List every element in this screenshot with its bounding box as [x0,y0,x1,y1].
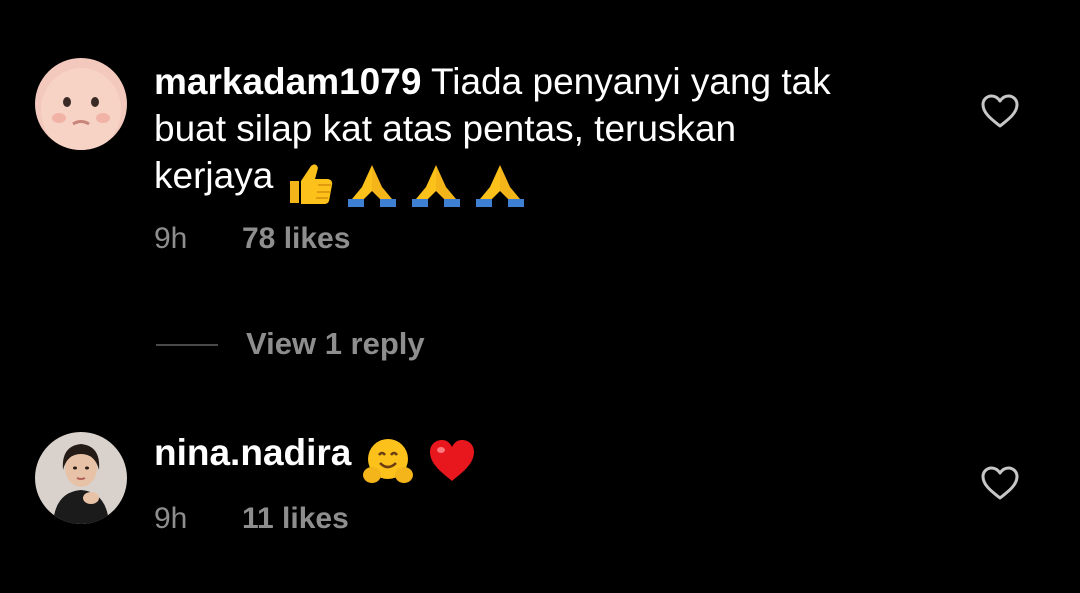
red-heart-emoji [429,440,474,482]
comment-text: markadam1079 Tiada penyanyi yang tak bua… [154,58,954,208]
comment-username[interactable]: markadam1079 [154,61,421,102]
like-button[interactable] [980,93,1020,129]
heart-outline-icon [981,94,1019,128]
avatar[interactable] [35,58,127,150]
comment-body-line1: Tiada penyanyi yang tak [421,61,831,102]
comment-body-line2: buat silap kat atas pentas, teruskan [154,108,737,149]
view-replies-link[interactable]: View 1 reply [246,326,425,362]
comment-meta: 9h 11 likes [154,502,349,536]
emoji-row [284,158,529,208]
avatar[interactable] [35,432,127,524]
comments-screen: markadam1079 Tiada penyanyi yang tak bua… [0,0,1080,593]
thumbs-up-emoji [289,164,332,205]
folded-hands-emoji [476,165,525,208]
emoji-row [362,435,480,485]
comment-username[interactable]: nina.nadira [154,432,351,473]
likes-count[interactable]: 11 likes [242,502,349,535]
comment-time: 9h [154,222,188,255]
comment-time: 9h [154,502,188,535]
hugging-face-emoji [362,439,413,484]
folded-hands-emoji [347,165,396,208]
comment-body-line3: kerjaya [154,155,284,196]
like-button[interactable] [980,465,1020,501]
heart-outline-icon [981,466,1019,500]
comment-text: nina.nadira [154,429,954,485]
comment-meta: 9h 78 likes [154,222,350,256]
folded-hands-emoji [412,165,461,208]
likes-count[interactable]: 78 likes [242,222,350,255]
reply-divider [156,344,218,346]
